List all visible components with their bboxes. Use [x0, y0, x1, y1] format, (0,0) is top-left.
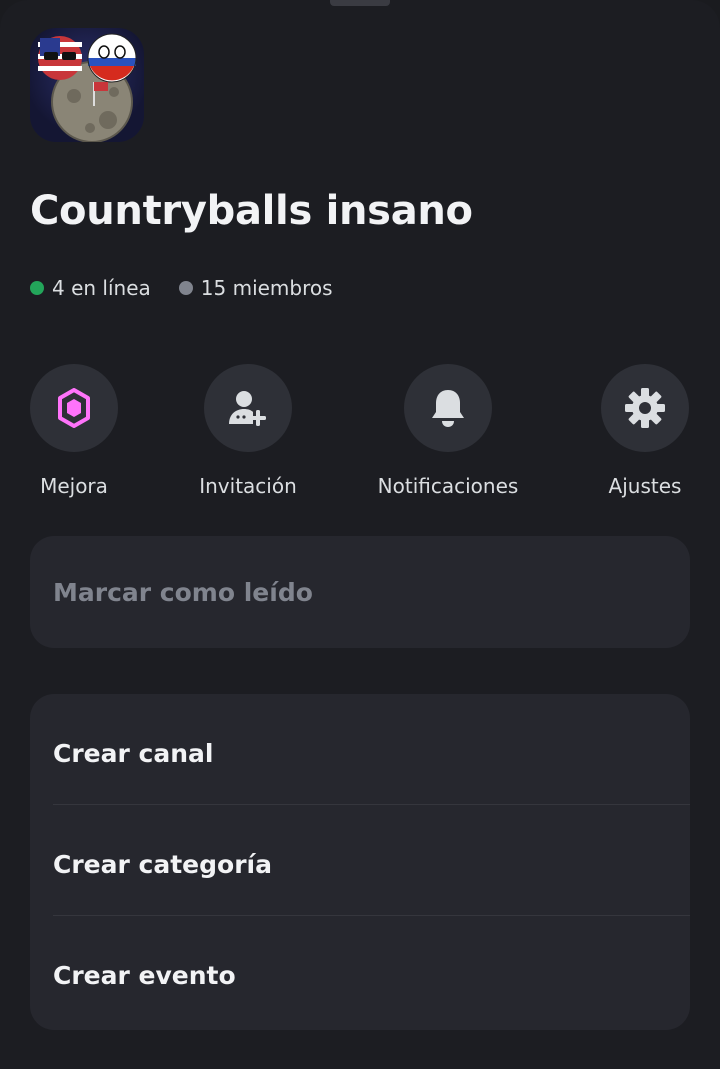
mark-as-read-button[interactable]: Marcar como leído [30, 536, 690, 648]
invite-label: Invitación [199, 474, 297, 498]
online-count: 4 en línea [52, 276, 151, 300]
server-icon [30, 28, 144, 142]
members-stat: 15 miembros [178, 276, 333, 300]
create-category-item[interactable]: Crear categoría [30, 809, 690, 920]
notifications-label: Notificaciones [377, 474, 519, 498]
boost-gem-icon [58, 388, 90, 428]
boost-label: Mejora [40, 474, 108, 498]
bell-icon [432, 390, 464, 427]
create-category-label: Crear categoría [53, 850, 272, 879]
mark-as-read-label: Marcar como leído [53, 577, 313, 607]
boost-button[interactable]: Mejora [0, 364, 154, 498]
online-stat: 4 en línea [30, 276, 151, 300]
notifications-button[interactable]: Notificaciones [368, 364, 528, 498]
notifications-button-circle[interactable] [404, 364, 492, 452]
create-event-item[interactable]: Crear evento [30, 920, 690, 1031]
server-name: Countryballs insano [30, 188, 473, 234]
add-user-icon [229, 391, 266, 426]
divider [53, 804, 690, 805]
member-count: 15 miembros [200, 276, 333, 300]
invite-button-circle[interactable] [204, 364, 292, 452]
create-channel-item[interactable]: Crear canal [30, 698, 690, 809]
invite-button[interactable]: Invitación [168, 364, 328, 498]
create-channel-label: Crear canal [53, 739, 214, 768]
server-stats: 4 en línea 15 miembros [30, 276, 361, 300]
create-menu: Crear canal Crear categoría Crear evento [30, 694, 690, 1030]
boost-button-circle[interactable] [30, 364, 118, 452]
drag-handle[interactable] [330, 0, 390, 6]
server-options-sheet: Countryballs insano 4 en línea 15 miembr… [0, 0, 720, 1069]
settings-button-circle[interactable] [601, 364, 689, 452]
gear-icon [625, 388, 665, 428]
online-status-dot [30, 281, 44, 295]
members-status-dot [178, 281, 193, 295]
create-event-label: Crear evento [53, 961, 236, 990]
divider [53, 915, 690, 916]
settings-label: Ajustes [608, 474, 682, 498]
settings-button[interactable]: Ajustes [565, 364, 720, 498]
